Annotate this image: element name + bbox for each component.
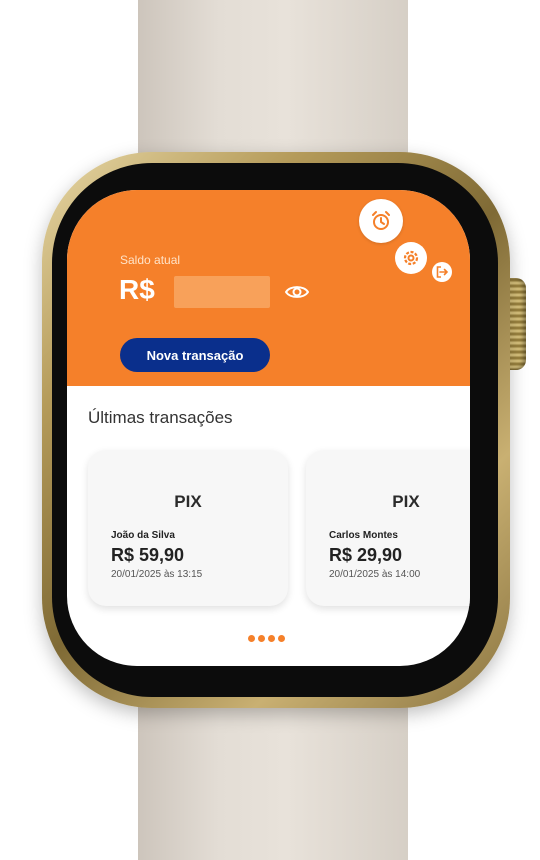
page-dot[interactable]: [258, 635, 265, 642]
transaction-date: 20/01/2025 às 14:00: [329, 569, 421, 580]
settings-button[interactable]: [395, 242, 427, 274]
page-dot[interactable]: [268, 635, 275, 642]
eye-icon: [285, 286, 309, 298]
balance-label: Saldo atual: [120, 253, 181, 267]
logout-icon: [436, 266, 449, 278]
page-dot[interactable]: [248, 635, 255, 642]
watch-mockup: Saldo atual R$ Nova transação Últimas tr…: [0, 0, 540, 860]
transaction-type: PIX: [174, 492, 202, 511]
toggle-balance-button[interactable]: [283, 280, 311, 304]
alarm-icon: [372, 211, 390, 230]
transaction-amount: R$ 29,90: [329, 545, 403, 565]
transaction-card[interactable]: PIX João da Silva R$ 59,90 20/01/2025 às…: [88, 450, 288, 606]
alarm-button[interactable]: [359, 199, 403, 243]
transaction-amount: R$ 59,90: [111, 545, 185, 565]
gear-icon: [403, 250, 419, 266]
balance-value-hidden: [174, 276, 270, 308]
page-dot[interactable]: [278, 635, 285, 642]
logout-button[interactable]: [432, 262, 452, 282]
transaction-name: Carlos Montes: [329, 530, 398, 541]
recent-transactions-title: Últimas transações: [88, 408, 233, 427]
page-indicator: [248, 635, 285, 642]
balance-header: Saldo atual R$ Nova transação: [67, 190, 470, 386]
watch-screen: Saldo atual R$ Nova transação Últimas tr…: [67, 190, 470, 666]
balance-currency: R$: [119, 274, 155, 305]
new-transaction-button[interactable]: Nova transação: [120, 338, 270, 372]
transaction-type: PIX: [392, 492, 420, 511]
transaction-card[interactable]: PIX Carlos Montes R$ 29,90 20/01/2025 às…: [306, 450, 470, 606]
transaction-name: João da Silva: [111, 530, 175, 541]
transaction-date: 20/01/2025 às 13:15: [111, 569, 203, 580]
